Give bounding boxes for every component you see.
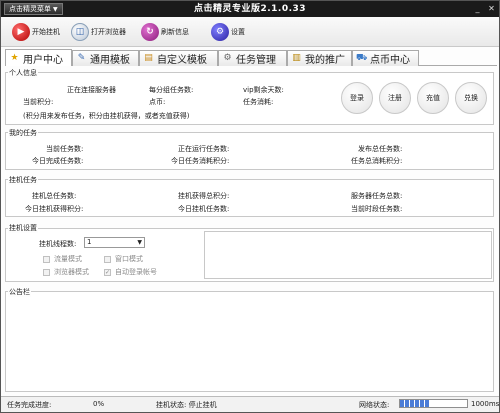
bulletin-panel [5, 291, 494, 392]
recharge-button[interactable]: 充值 [417, 82, 449, 114]
browser-icon: ◫ [71, 23, 89, 41]
hang-total-label: 挂机总任务数: [32, 192, 77, 200]
tab-label: 点币中心 [370, 55, 410, 66]
hang-tasks-legend: 挂机任务 [8, 175, 38, 185]
cart-icon: ⛟ [356, 53, 368, 63]
tab-my-promotion[interactable]: ▥ 我的推广 [287, 50, 352, 66]
network-status-label: 网络状态: [359, 401, 390, 409]
gear-icon: ⚙ [223, 53, 232, 63]
traffic-mode-checkbox[interactable]: 流量模式 [43, 254, 82, 264]
thread-count-label: 挂机线程数: [39, 240, 77, 248]
tab-coin-center[interactable]: ⛟ 点币中心 [352, 50, 419, 66]
tab-custom-template[interactable]: ▤ 自定义模板 [139, 50, 218, 66]
auto-login-label: 自动登录帐号 [115, 268, 157, 276]
start-hang-button[interactable]: ▶ 开始挂机 [12, 20, 60, 44]
open-browser-label: 打开浏览器 [91, 28, 126, 36]
wrench-icon: ✎ [77, 53, 86, 63]
car-icon: ▶ [12, 23, 30, 41]
tab-user-center[interactable]: ★ 用户中心 [5, 49, 72, 66]
tab-label: 自定义模板 [157, 55, 207, 66]
server-status: 正在连接服务器 [67, 86, 116, 94]
vip-days-label: vip剩余天数: [243, 86, 284, 94]
total-consumed-points-label: 任务总消耗积分: [351, 157, 403, 165]
per-group-tasks-label: 每分组任务数: [149, 86, 194, 94]
running-tasks-label: 正在运行任务数: [178, 145, 230, 153]
open-browser-button[interactable]: ◫ 打开浏览器 [71, 20, 126, 44]
tab-label: 任务管理 [236, 55, 276, 66]
today-consumed-points-label: 今日任务消耗积分: [171, 157, 230, 165]
start-hang-label: 开始挂机 [32, 28, 60, 36]
traffic-mode-label: 流量模式 [54, 255, 82, 263]
checkbox-box [104, 255, 111, 263]
hang-earned-total-label: 挂机获得总积分: [178, 192, 230, 200]
hang-status: 挂机状态: 停止挂机 [156, 401, 217, 409]
points-note: (积分用来发布任务，积分由挂机获得，或者充值获得) [23, 112, 190, 120]
title-bar: 点击精灵菜单 ▼ 点击精灵专业版2.1.0.33 _ ✕ [1, 1, 499, 17]
task-consumption-label: 任务消耗: [243, 98, 274, 106]
close-icon[interactable]: ✕ [486, 3, 497, 14]
minimize-icon[interactable]: _ [472, 3, 483, 14]
network-latency: 1000ms [471, 400, 500, 408]
folder-icon: ▤ [144, 53, 153, 63]
checkbox-box [43, 255, 50, 263]
toolbar: ▶ 开始挂机 ◫ 打开浏览器 ↻ 刷新信息 ⚙ 设置 [1, 17, 499, 47]
checkbox-box [43, 268, 50, 276]
settings-button[interactable]: ⚙ 设置 [211, 20, 245, 44]
login-button[interactable]: 登录 [341, 82, 373, 114]
tab-label: 我的推广 [305, 55, 345, 66]
published-total-label: 发布总任务数: [358, 145, 403, 153]
browser-mode-label: 浏览器模式 [54, 268, 89, 276]
network-status-bar [399, 399, 468, 408]
current-tasks-label: 当前任务数: [46, 145, 84, 153]
refresh-icon: ↻ [141, 23, 159, 41]
current-points-label: 当前积分: [23, 98, 54, 106]
star-icon: ★ [10, 52, 19, 63]
my-tasks-legend: 我的任务 [8, 128, 38, 138]
chevron-down-icon: ▼ [137, 239, 142, 246]
bulletin-legend: 公告栏 [8, 287, 31, 297]
window-mode-checkbox[interactable]: 窗口模式 [104, 254, 143, 264]
task-progress-label: 任务完成进度: [7, 401, 52, 409]
app-title: 点击精灵专业版2.1.0.33 [193, 4, 307, 14]
document-icon: ▥ [292, 53, 301, 63]
task-progress-value: 0% [93, 400, 105, 408]
tab-task-management[interactable]: ⚙ 任务管理 [218, 50, 287, 66]
coins-label: 点币: [149, 98, 166, 106]
today-hang-tasks-label: 今日挂机任务数: [178, 205, 230, 213]
refresh-info-label: 刷新信息 [161, 28, 189, 36]
settings-icon: ⚙ [211, 23, 229, 41]
exchange-button[interactable]: 兑换 [455, 82, 487, 114]
current-period-tasks-label: 当前时段任务数: [351, 205, 403, 213]
today-earned-label: 今日挂机获得积分: [25, 205, 84, 213]
window-mode-label: 窗口模式 [115, 255, 143, 263]
tab-bar: ★ 用户中心 ✎ 通用模板 ▤ 自定义模板 ⚙ 任务管理 ▥ 我的推广 ⛟ 点币中心 [5, 49, 497, 66]
thread-count-value: 1 [87, 238, 92, 246]
tab-general-template[interactable]: ✎ 通用模板 [72, 50, 139, 66]
hang-settings-legend: 挂机设置 [8, 223, 38, 233]
refresh-info-button[interactable]: ↻ 刷新信息 [141, 20, 189, 44]
browser-mode-checkbox[interactable]: 浏览器模式 [43, 267, 89, 277]
settings-label: 设置 [231, 28, 245, 36]
network-status-fill [400, 400, 431, 407]
check-icon: ✓ [104, 268, 111, 276]
hang-log-box [204, 231, 492, 279]
tab-label: 通用模板 [90, 55, 130, 66]
personal-info-legend: 个人信息 [8, 68, 38, 78]
app-window: 点击精灵菜单 ▼ 点击精灵专业版2.1.0.33 _ ✕ ▶ 开始挂机 ◫ 打开浏… [0, 0, 500, 413]
tab-label: 用户中心 [23, 54, 63, 66]
register-button[interactable]: 注册 [379, 82, 411, 114]
today-completed-label: 今日完成任务数: [32, 157, 84, 165]
auto-login-checkbox[interactable]: ✓ 自动登录帐号 [104, 267, 157, 277]
server-total-label: 服务器任务总数: [351, 192, 403, 200]
thread-count-select[interactable]: 1 ▼ [84, 237, 145, 248]
